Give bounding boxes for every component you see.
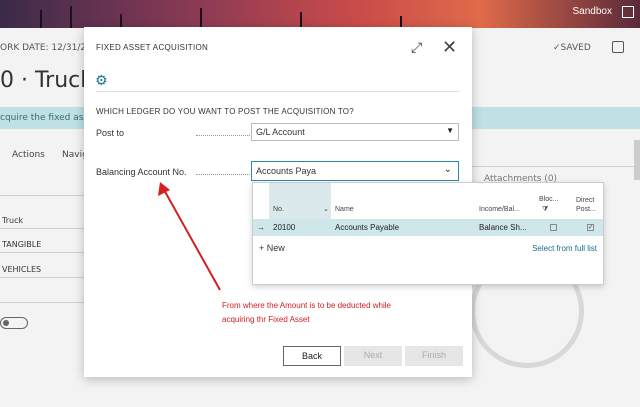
palm-silhouette	[70, 6, 72, 28]
divider	[0, 277, 84, 278]
saved-status: ✓SAVED	[553, 43, 591, 53]
account-name-cell: Accounts Payable	[335, 223, 400, 232]
account-lookup-dropdown: No. ⌄ Name Income/Bal... Bloc... ⧩ Direc…	[252, 182, 604, 285]
palm-silhouette	[200, 8, 202, 28]
next-button[interactable]: Next	[344, 346, 402, 366]
divider	[0, 252, 84, 253]
back-button[interactable]: Back	[283, 346, 341, 366]
balancing-account-label: Balancing Account No.	[96, 167, 187, 177]
toggle-switch[interactable]	[0, 317, 28, 329]
dotted-leader	[196, 174, 250, 175]
field-value: VEHICLES	[2, 265, 42, 274]
income-balance-cell: Balance Sh...	[479, 223, 527, 232]
annotation-note: From where the Amount is to be deducted …	[222, 299, 492, 327]
dotted-leader	[196, 135, 250, 136]
field-value: Truck	[2, 216, 24, 225]
palm-silhouette	[300, 12, 302, 28]
column-header-income-balance[interactable]: Income/Bal...	[479, 206, 520, 213]
page-title: 0 · Truck	[0, 68, 94, 93]
divider	[96, 91, 460, 92]
saved-label: SAVED	[560, 43, 591, 53]
divider	[0, 302, 84, 303]
dropdown-arrow-icon: ▼	[446, 126, 454, 135]
environment-banner: Sandbox	[0, 0, 640, 28]
info-text: cquire the fixed asset	[0, 113, 98, 123]
section-question: WHICH LEDGER DO YOU WANT TO POST THE ACQ…	[96, 107, 354, 116]
expand-icon[interactable]: ⤢	[411, 40, 422, 56]
sort-down-icon: ⌄	[323, 206, 329, 213]
divider	[0, 228, 84, 229]
column-header-blocked[interactable]: Bloc...	[539, 196, 558, 203]
page-icon[interactable]	[612, 41, 624, 53]
direct-posting-checkbox: ✓	[587, 224, 594, 231]
field-value: TANGIBLE	[2, 240, 42, 249]
column-highlight	[269, 183, 331, 219]
post-to-select[interactable]: G/L Account ▼	[251, 123, 459, 141]
post-to-label: Post to	[96, 128, 125, 138]
annotation-line: From where the Amount is to be deducted …	[222, 301, 391, 310]
close-icon[interactable]: ✕	[442, 37, 457, 58]
new-label: New	[266, 243, 285, 253]
gear-icon[interactable]: ⚙	[95, 73, 108, 89]
new-button[interactable]: + New	[259, 243, 285, 253]
environment-label: Sandbox	[572, 6, 612, 17]
table-row[interactable]: → 20100 Accounts Payable Balance Sh... ✓	[253, 219, 603, 236]
palm-silhouette	[120, 14, 122, 28]
column-header-name[interactable]: Name	[335, 206, 354, 213]
chevron-down-icon[interactable]: ⌄	[444, 164, 452, 175]
blocked-checkbox	[550, 224, 557, 231]
filter-icon[interactable]: ⧩	[542, 206, 548, 214]
dialog-title: FIXED ASSET ACQUISITION	[96, 43, 209, 52]
finish-button[interactable]: Finish	[405, 346, 463, 366]
actions-menu[interactable]: Actions	[12, 150, 45, 160]
divider	[470, 166, 640, 167]
scrollbar[interactable]	[634, 140, 640, 180]
balancing-account-value: Accounts Paya	[256, 166, 317, 176]
divider	[0, 195, 84, 196]
select-full-list-link[interactable]: Select from full list	[532, 244, 597, 253]
palm-silhouette	[40, 10, 42, 28]
post-to-value: G/L Account	[256, 127, 305, 137]
balancing-account-input[interactable]: Accounts Paya ⌄	[251, 161, 459, 181]
column-header-direct-posting[interactable]: Direct Post...	[576, 196, 602, 214]
row-pointer-icon: →	[257, 223, 265, 232]
account-no-cell: 20100	[273, 223, 296, 232]
column-header-no[interactable]: No.	[273, 206, 284, 213]
user-icon[interactable]	[622, 6, 634, 18]
annotation-line: acquiring thr Fixed Asset	[222, 315, 310, 324]
